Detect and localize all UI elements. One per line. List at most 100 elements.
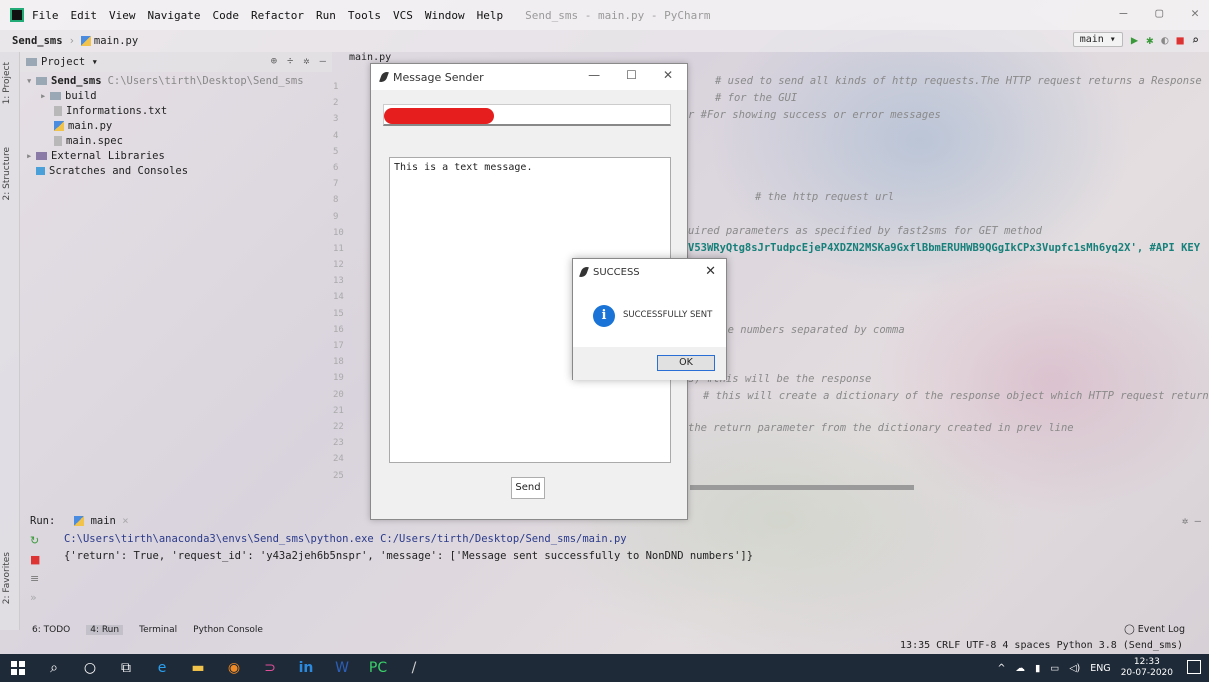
tree-item-main-spec[interactable]: main.spec [20,134,332,149]
gear-icon[interactable]: ✲ [303,55,309,67]
app-icon[interactable]: ⊃ [252,654,288,682]
python-file-icon [74,516,85,526]
send-button[interactable]: Send [511,477,545,499]
line-number: 7 [333,179,339,190]
tree-item-main-py[interactable]: main.py [20,119,332,134]
code-line: # this will create a dictionary of the r… [703,390,1209,402]
project-view-select[interactable]: Project [41,56,85,68]
pycharm-icon[interactable]: PC [360,654,396,682]
stop-icon[interactable]: ■ [1177,33,1184,47]
menu-edit[interactable]: Edit [71,9,98,22]
start-button[interactable] [0,654,36,682]
notification-icon[interactable] [1187,660,1201,674]
tool-run[interactable]: 4: Run [86,625,124,635]
hide-icon[interactable]: — [320,55,326,67]
onedrive-icon[interactable]: ☁ [1015,663,1025,674]
chevron-down-icon: ▾ [26,75,33,87]
event-log-button[interactable]: ◯ Event Log [1124,624,1185,635]
event-log-icon: ◯ [1124,624,1135,635]
close-icon[interactable]: ✕ [705,264,716,279]
close-icon[interactable]: ✕ [663,68,673,82]
chevron-right-icon: ▸ [40,90,47,102]
menu-code[interactable]: Code [212,9,239,22]
tool-python-console[interactable]: Python Console [193,625,263,635]
phone-number-field[interactable] [383,104,671,126]
run-icon[interactable]: ▶ [1131,33,1138,47]
file-explorer-icon[interactable]: ▬ [180,654,216,682]
more-icon[interactable]: » [30,591,46,610]
task-view-icon[interactable]: ⧉ [108,654,144,682]
tab-favorites[interactable]: 2: Favorites [2,552,12,604]
chevron-right-icon: ▸ [26,150,33,162]
tree-item-informations[interactable]: Informations.txt [20,104,332,119]
editor-horizontal-scrollbar[interactable] [690,485,914,490]
linkedin-icon[interactable]: in [288,654,324,682]
bottom-tool-strip: 6: TODO 4: Run Terminal Python Console [0,622,1209,638]
locate-icon[interactable]: ⊕ [271,55,277,67]
edge-icon[interactable]: e [144,654,180,682]
code-line: uired parameters as specified by fast2sm… [688,225,1043,237]
tree-item-build[interactable]: ▸ build [20,89,332,104]
clock-time: 12:33 [1133,657,1160,667]
ok-button[interactable]: OK [657,355,715,371]
tool-terminal[interactable]: Terminal [139,625,177,635]
python-file-icon [80,36,91,46]
maximize-icon[interactable]: ☐ [626,68,637,82]
breadcrumb-file[interactable]: main.py [94,35,138,47]
minimize-icon[interactable]: — [1120,6,1128,21]
success-dialog-titlebar[interactable]: SUCCESS [573,259,726,285]
tree-item-scratches[interactable]: Scratches and Consoles [20,164,332,179]
battery-icon[interactable]: ▭ [1050,663,1059,674]
breadcrumb-project[interactable]: Send_sms [12,35,63,47]
gear-icon[interactable]: ✲ — [1182,512,1201,530]
tool-todo[interactable]: 6: TODO [32,625,70,635]
cortana-icon[interactable]: ○ [72,654,108,682]
clock[interactable]: 12:33 20-07-2020 [1121,657,1173,679]
message-sender-titlebar[interactable]: Message Sender — ☐ ✕ [371,64,687,90]
run-config-tab[interactable]: main [91,515,116,527]
volume-icon[interactable]: ◁) [1069,663,1080,674]
tab-structure[interactable]: 2: Structure [2,147,12,201]
code-line: the return parameter from the dictionary… [688,422,1074,434]
menu-view[interactable]: View [109,9,136,22]
feather-app-icon[interactable]: / [396,654,432,682]
line-number: 11 [333,243,344,254]
network-icon[interactable]: ▮ [1035,663,1040,674]
close-tab-icon[interactable]: × [122,515,128,527]
debug-icon[interactable]: ✱ [1146,33,1153,47]
stop-icon[interactable]: ■ [30,553,46,572]
minimize-icon[interactable]: — [588,68,600,82]
menu-refactor[interactable]: Refactor [251,9,304,22]
menu-file[interactable]: File [32,9,59,22]
menu-run[interactable]: Run [316,9,336,22]
success-dialog-title: SUCCESS [593,266,640,278]
menu-tools[interactable]: Tools [348,9,381,22]
tray-chevron-up-icon[interactable]: ^ [998,663,1006,674]
tree-item-label: main.spec [66,135,123,147]
menu-navigate[interactable]: Navigate [148,9,201,22]
project-panel: Project ▾ ⊕ ÷ ✲ — ▾ Send_sms C:\Users\tirt… [20,52,332,507]
coverage-icon[interactable]: ◐ [1161,33,1168,47]
menu-window[interactable]: Window [425,9,465,22]
line-number: 2 [333,98,339,109]
menu-vcs[interactable]: VCS [393,9,413,22]
word-icon[interactable]: W [324,654,360,682]
layout-icon[interactable]: ≡ [30,572,46,591]
maximize-icon[interactable]: ▢ [1155,6,1163,21]
search-icon[interactable]: ⌕ [1192,33,1199,47]
collapse-icon[interactable]: ÷ [287,55,293,67]
line-number: 19 [333,373,344,384]
tree-item-send-sms[interactable]: ▾ Send_sms C:\Users\tirth\Desktop\Send_sms [20,74,332,89]
run-config-select[interactable]: main ▾ [1072,32,1123,47]
close-icon[interactable]: ✕ [1191,6,1199,21]
tree-item-external-libraries[interactable]: ▸ External Libraries [20,149,332,164]
scratches-icon [36,167,45,175]
success-dialog: SUCCESS ✕ i SUCCESSFULLY SENT OK [572,258,727,380]
menu-help[interactable]: Help [477,9,504,22]
tab-project[interactable]: 1: Project [2,62,12,104]
language-indicator[interactable]: ENG [1090,663,1110,674]
chrome-icon[interactable]: ◉ [216,654,252,682]
rerun-icon[interactable]: ↻ [30,534,46,553]
search-icon[interactable]: ⌕ [36,654,72,682]
status-text[interactable]: 13:35 CRLF UTF-8 4 spaces Python 3.8 (Se… [900,640,1183,651]
